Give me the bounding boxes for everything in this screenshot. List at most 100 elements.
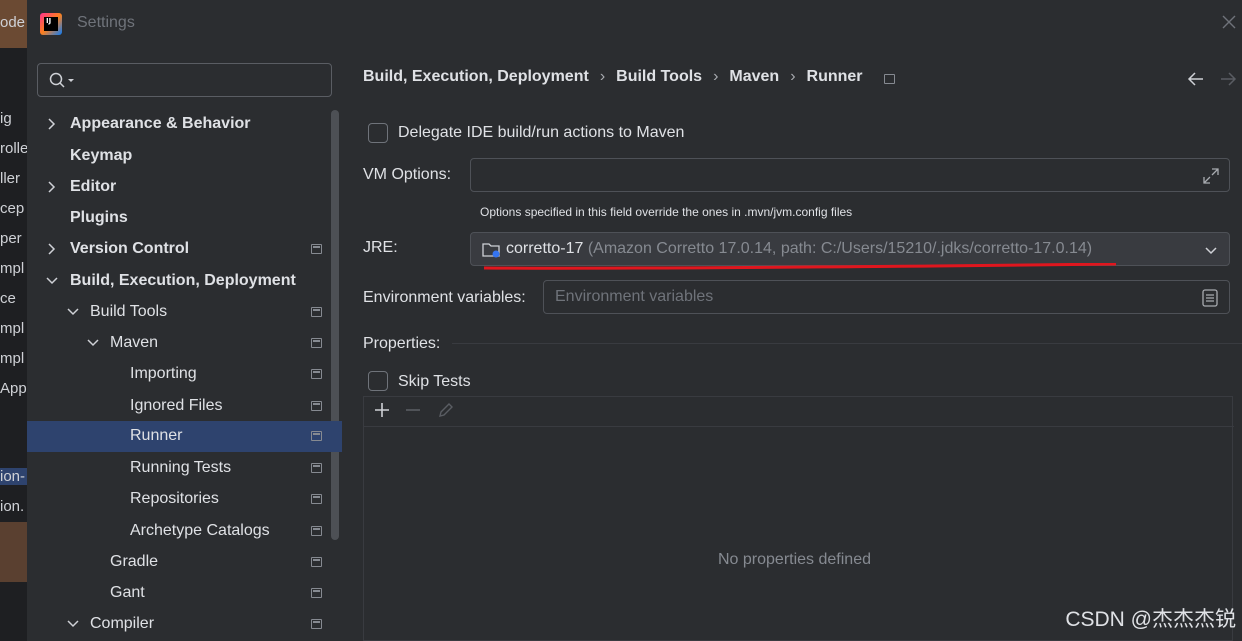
chevron-down-icon <box>1205 247 1217 255</box>
sidebar-item-repositories[interactable]: Repositories <box>27 484 342 515</box>
project-settings-icon <box>311 307 322 317</box>
sidebar-item-editor[interactable]: Editor <box>27 172 342 203</box>
background-text: Appl <box>0 380 27 397</box>
settings-search-input[interactable] <box>37 63 332 97</box>
background-ide-strip: ode ig rolle ller cep per mpl ce mpl mpl… <box>0 0 27 641</box>
jre-select[interactable]: corretto-17 (Amazon Corretto 17.0.14, pa… <box>470 232 1230 270</box>
project-settings-icon <box>311 401 322 411</box>
env-variables-input[interactable]: Environment variables <box>543 280 1230 314</box>
jre-name: corretto-17 <box>506 240 584 257</box>
intellij-logo-icon: IJ <box>40 13 62 35</box>
background-text: ller <box>0 170 21 187</box>
chevron-down-icon <box>87 339 99 347</box>
properties-separator <box>452 343 1242 344</box>
settings-window: IJ Settings Appearance & Behavior Keymap <box>27 0 1242 641</box>
sidebar-item-runner[interactable]: Runner <box>27 421 342 452</box>
project-settings-icon <box>884 74 895 84</box>
breadcrumb-separator: › <box>790 68 796 85</box>
sidebar-item-label: Appearance & Behavior <box>70 115 251 132</box>
vm-options-input[interactable] <box>470 158 1230 192</box>
jre-selected-value: corretto-17 (Amazon Corretto 17.0.14, pa… <box>506 240 1092 258</box>
project-settings-icon <box>311 244 322 254</box>
edit-pencil-icon[interactable] <box>437 401 455 419</box>
background-text: ce <box>0 290 16 307</box>
sidebar-item-gradle[interactable]: Gradle <box>27 547 342 578</box>
sidebar-item-version-control[interactable]: Version Control <box>27 234 342 265</box>
forward-arrow-glyph <box>1221 72 1237 86</box>
remove-icon[interactable] <box>404 401 422 419</box>
chevron-down-icon <box>67 620 79 628</box>
sidebar-item-importing[interactable]: Importing <box>27 359 342 390</box>
expand-icon[interactable] <box>1201 166 1221 186</box>
background-text: ig <box>0 110 12 127</box>
sidebar-item-ignored-files[interactable]: Ignored Files <box>27 391 342 422</box>
vm-options-label: VM Options: <box>363 166 452 183</box>
background-text: mpl <box>0 260 25 277</box>
sidebar-item-label: Running Tests <box>130 459 232 476</box>
skip-tests-label: Skip Tests <box>398 373 471 390</box>
sidebar-item-appearance-behavior[interactable]: Appearance & Behavior <box>27 109 342 140</box>
add-icon[interactable] <box>373 401 391 419</box>
close-icon-glyph <box>1222 15 1236 29</box>
close-icon[interactable] <box>1218 12 1240 34</box>
background-text: cep <box>0 200 25 217</box>
delegate-checkbox[interactable] <box>368 123 388 143</box>
project-settings-icon <box>311 588 322 598</box>
sidebar-item-label: Editor <box>70 178 117 195</box>
back-arrow-icon[interactable] <box>1187 70 1205 93</box>
sidebar-item-label: Archetype Catalogs <box>130 522 270 539</box>
chevron-right-icon <box>48 181 56 193</box>
sidebar-item-keymap[interactable]: Keymap <box>27 141 342 172</box>
properties-label: Properties: <box>363 335 441 352</box>
sidebar-item-maven[interactable]: Maven <box>27 328 342 359</box>
sidebar-item-build-execution-deployment[interactable]: Build, Execution, Deployment <box>27 266 342 297</box>
properties-toolbar <box>364 397 1234 427</box>
background-text: ion- <box>0 468 27 485</box>
forward-arrow-icon[interactable] <box>1219 70 1237 93</box>
sidebar-item-label: Repositories <box>130 490 219 507</box>
watermark: CSDN @杰杰杰锐 <box>1065 608 1236 631</box>
project-settings-icon <box>311 369 322 379</box>
background-text: mpl <box>0 320 25 337</box>
runner-settings-panel: Build, Execution, Deployment › Build Tools… <box>342 48 1242 641</box>
chevron-down-icon <box>67 308 79 316</box>
sidebar-item-label: Compiler <box>90 615 155 632</box>
breadcrumb-item[interactable]: Build Tools <box>616 68 702 85</box>
sidebar-item-running-tests[interactable]: Running Tests <box>27 453 342 484</box>
project-settings-icon <box>311 494 322 504</box>
sidebar-item-label: Gant <box>110 584 145 601</box>
sidebar-item-gant[interactable]: Gant <box>27 578 342 609</box>
project-settings-icon <box>311 557 322 567</box>
title-bar: IJ Settings <box>27 0 1242 48</box>
breadcrumb-separator: › <box>599 68 606 85</box>
breadcrumb-item[interactable]: Maven <box>729 68 779 85</box>
browse-list-icon[interactable] <box>1201 288 1219 308</box>
skip-tests-checkbox[interactable] <box>368 371 388 391</box>
sidebar-item-label: Ignored Files <box>130 397 223 414</box>
sidebar-item-label: Version Control <box>70 240 190 257</box>
jre-detail: (Amazon Corretto 17.0.14, path: C:/Users… <box>587 240 1093 257</box>
vm-options-hint: Options specified in this field override… <box>480 205 853 219</box>
background-text: ion. <box>0 498 25 515</box>
window-title: Settings <box>77 14 135 31</box>
empty-properties-text: No properties defined <box>718 551 871 568</box>
sidebar-item-build-tools[interactable]: Build Tools <box>27 297 342 328</box>
sidebar-item-plugins[interactable]: Plugins <box>27 203 342 234</box>
chevron-down-icon <box>46 277 58 285</box>
breadcrumb-item[interactable]: Build, Execution, Deployment <box>363 68 589 85</box>
jre-label: JRE: <box>363 239 398 256</box>
env-variables-label: Environment variables: <box>363 289 526 306</box>
breadcrumb: Build, Execution, Deployment › Build Tools… <box>363 68 863 86</box>
sidebar-item-compiler[interactable]: Compiler <box>27 609 342 640</box>
sidebar-item-archetype-catalogs[interactable]: Archetype Catalogs <box>27 516 342 547</box>
sidebar-item-label: Importing <box>130 365 197 382</box>
sidebar-item-label: Maven <box>110 334 159 351</box>
delegate-label: Delegate IDE build/run actions to Maven <box>398 124 685 141</box>
jdk-folder-icon <box>482 243 500 258</box>
search-icon <box>49 72 74 88</box>
project-settings-icon <box>311 619 322 629</box>
sidebar-item-label: Keymap <box>70 147 133 164</box>
background-text: per <box>0 230 22 247</box>
sidebar-item-label: Gradle <box>110 553 159 570</box>
chevron-right-icon <box>48 243 56 255</box>
